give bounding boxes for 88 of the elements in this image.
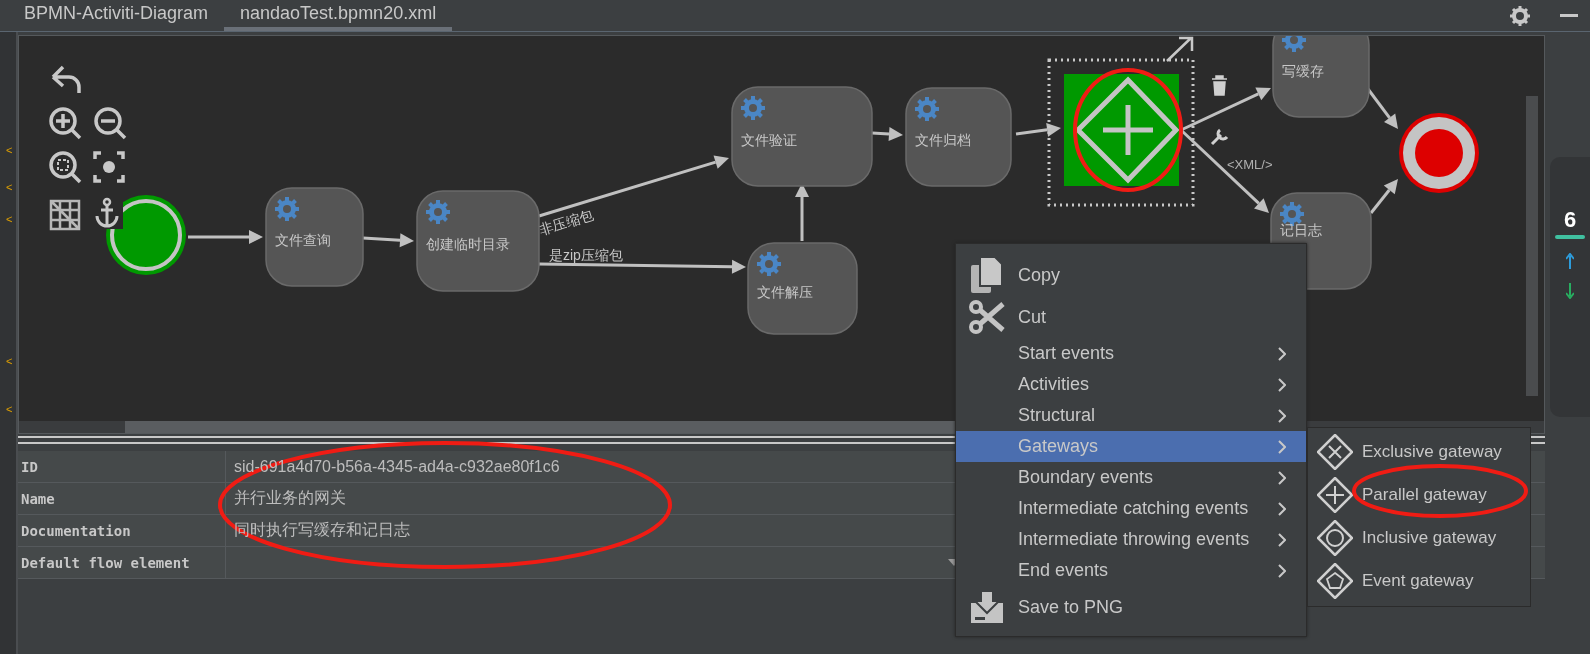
gear-icon [755,250,783,278]
gear-icon [424,198,452,226]
parallel-gateway-icon [1317,476,1353,513]
exclusive-gateway-icon [1317,433,1353,470]
menu-item[interactable]: Intermediate throwing events [956,524,1306,555]
service-task[interactable] [747,242,858,335]
menu-item[interactable]: Start events [956,338,1306,369]
property-name: Documentation [18,515,226,546]
menu-item[interactable]: End events [956,555,1306,586]
flow-arrow[interactable] [362,233,414,248]
zoom-fit-icon[interactable] [49,151,82,184]
editor-tab[interactable]: BPMN-Activiti-Diagram [8,0,225,31]
flow-arrow[interactable] [1369,179,1398,214]
chevron-icon [1278,377,1286,392]
gutter-mark[interactable]: < [0,144,16,156]
scissors-icon [969,300,1005,334]
menu-item[interactable]: Exclusive gateway [1308,430,1530,473]
service-task[interactable] [1272,36,1370,118]
up-arrow-icon[interactable] [1566,253,1574,269]
task-label: 创建临时目录 [426,236,510,252]
task-label: 文件验证 [741,131,797,148]
task-label: 文件查询 [275,232,331,248]
service-task[interactable] [731,86,873,187]
gutter-mark[interactable]: < [0,213,16,225]
menu-item[interactable]: Event gateway [1308,559,1530,602]
menu-item[interactable]: Activities [956,369,1306,400]
chevron-icon [1278,439,1286,454]
menu-item[interactable]: Cut [956,296,1306,338]
flow-label: 是zip压缩包 [549,247,623,263]
gutter-mark[interactable]: < [0,355,16,367]
event-gateway-icon [1317,562,1353,599]
down-arrow-icon[interactable] [1566,283,1574,299]
zoom-in-icon[interactable] [49,107,82,140]
service-task[interactable] [265,187,364,287]
property-name: Default flow element [18,547,226,578]
menu-item[interactable]: Intermediate catching events [956,493,1306,524]
gear-icon [913,95,941,123]
chevron-icon [1278,408,1286,423]
connect-arrow-icon[interactable] [1165,36,1194,63]
task-label: 文件归档 [915,132,971,148]
property-value: 并行业务的网关 [234,488,346,508]
service-task[interactable] [416,190,540,292]
end-event[interactable] [1399,113,1479,193]
start-event[interactable] [106,195,186,275]
gear-icon [273,195,301,223]
flow-label: 非压缩包 [537,206,596,238]
menu-item[interactable]: Copy [956,254,1306,296]
vertical-scrollbar[interactable] [1526,96,1538,396]
undo-icon[interactable] [51,65,81,95]
flow-arrow[interactable] [1015,122,1061,137]
chevron-icon [1278,346,1286,361]
property-name: Name [18,483,226,514]
editor-tab[interactable]: nandaoTest.bpmn20.xml [224,0,453,31]
save-icon [969,589,1005,625]
task-label: 写缓存 [1282,63,1324,79]
gutter-mark[interactable]: < [0,403,16,415]
menu-item[interactable]: Boundary events [956,462,1306,493]
chevron-icon [1278,532,1286,547]
flow-arrow[interactable] [188,230,263,244]
trash-icon[interactable] [1211,75,1228,96]
side-value: 6 [1563,207,1577,233]
menu-item[interactable]: Structural [956,400,1306,431]
side-bar [1555,235,1585,239]
settings-icon[interactable] [1510,5,1530,26]
menu-item[interactable]: Parallel gateway [1308,473,1530,516]
minimize-icon[interactable] [1560,13,1578,18]
task-label: 文件解压 [757,283,813,300]
flow-arrow[interactable] [871,127,903,142]
menu-item[interactable]: Save to PNG [956,586,1306,628]
zoom-out-icon[interactable] [94,107,127,140]
chevron-icon [1278,501,1286,516]
chevron-icon [1278,563,1286,578]
wrench-icon[interactable] [1210,128,1229,146]
gutter-mark[interactable]: < [0,181,16,193]
copy-icon [971,257,1003,293]
xml-label[interactable]: <XML/> [1227,157,1273,172]
property-name: ID [18,451,226,482]
menu-item[interactable]: Inclusive gateway [1308,516,1530,559]
flow-arrow[interactable] [1366,88,1398,129]
inclusive-gateway-icon [1317,519,1353,556]
flow-arrow[interactable] [1180,87,1271,132]
center-icon[interactable] [93,151,125,183]
task-label: 记日志 [1280,222,1322,238]
service-task[interactable] [905,87,1012,187]
gear-icon [1280,36,1308,54]
chevron-icon [1278,470,1286,485]
grid-off-icon[interactable] [49,199,81,231]
gear-icon [739,94,767,122]
